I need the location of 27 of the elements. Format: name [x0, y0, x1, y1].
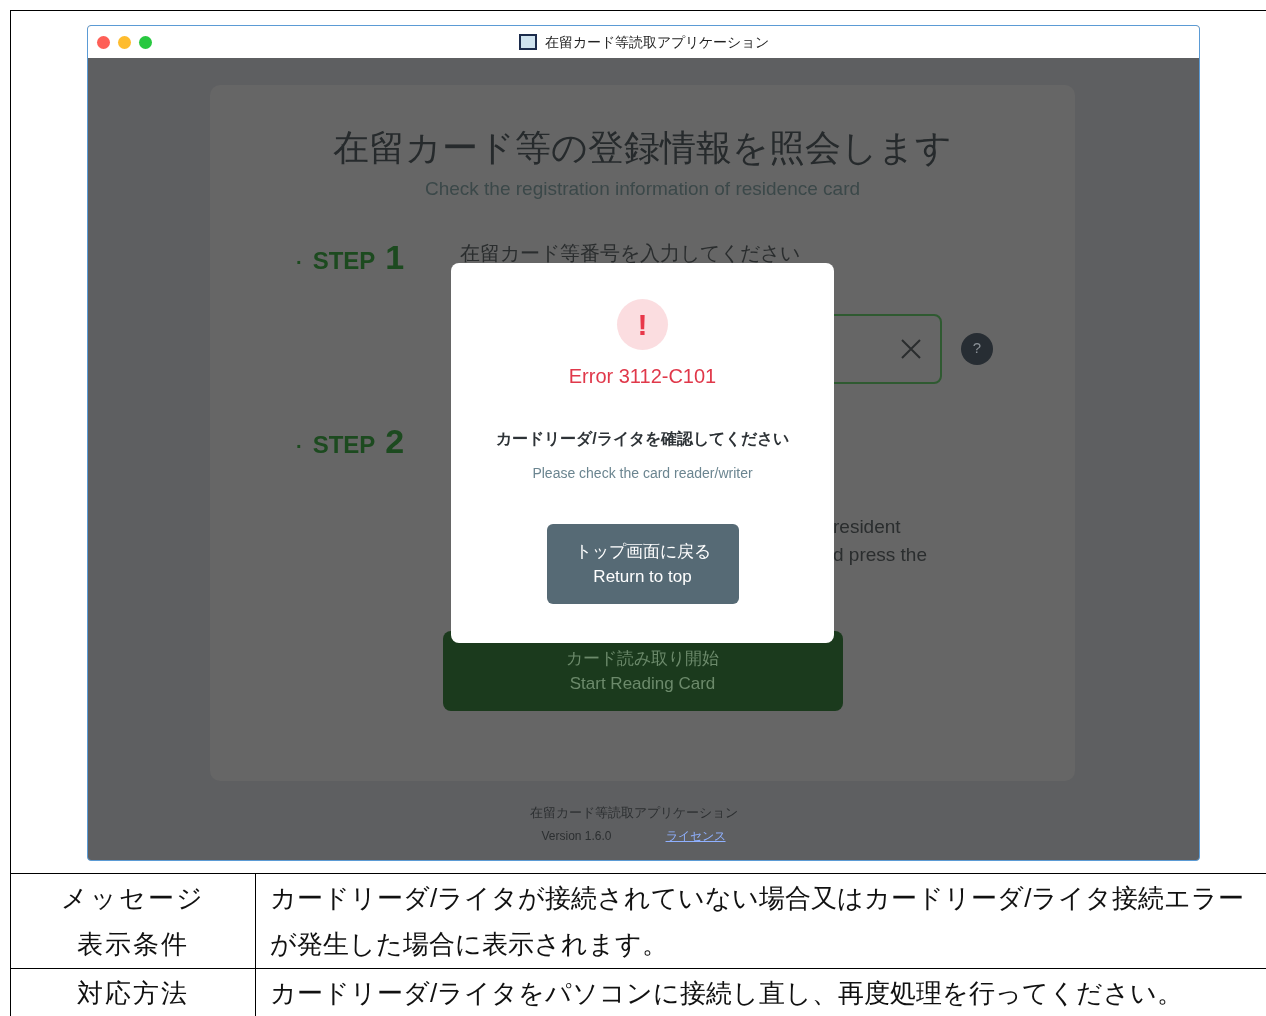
minimize-icon[interactable]: [118, 35, 131, 49]
window-title: 在留カード等読取アプリケーション: [544, 32, 769, 52]
table-header-cell: メッセージ表示条件: [11, 874, 256, 968]
return-to-top-button[interactable]: トップ画面に戻る Return to top: [546, 524, 739, 604]
table-cell-text: カードリーダ/ライタが接続されていない場合又はカードリーダ/ライタ接続エラーが発生した場合に表示されます。: [269, 882, 1246, 961]
clear-icon[interactable]: [900, 337, 922, 360]
license-link[interactable]: ライセンス: [665, 826, 726, 845]
instruction-text: d press the: [833, 542, 928, 567]
step-instruction: 在留カード等番号を入力してください: [460, 240, 801, 266]
error-message: カードリーダ/ライタを確認してください: [496, 429, 789, 449]
close-icon[interactable]: [97, 35, 110, 49]
table-cell-text: カードリーダ/ライタをパソコンに接続し直し、再度処理を行ってください。: [269, 977, 1185, 1010]
app-icon: [518, 34, 537, 50]
table-header-cell: 対応方法: [11, 969, 256, 1016]
alert-icon: !: [617, 299, 668, 350]
error-code: Error 3112-C101: [568, 364, 717, 389]
step-number: 1: [385, 239, 405, 274]
step-label: STEP: [312, 245, 376, 276]
error-message-english: Please check the card reader/writer: [532, 464, 753, 483]
page-heading: 在留カード等の登録情報を照会します: [333, 126, 952, 170]
step-number: 2: [385, 423, 405, 458]
instruction-text: resident: [833, 514, 902, 539]
zoom-icon[interactable]: [139, 35, 152, 49]
step-label: STEP: [312, 429, 376, 460]
step-bullet: ·: [296, 249, 303, 275]
step-bullet: ·: [296, 433, 303, 459]
help-icon[interactable]: ?: [961, 332, 993, 365]
